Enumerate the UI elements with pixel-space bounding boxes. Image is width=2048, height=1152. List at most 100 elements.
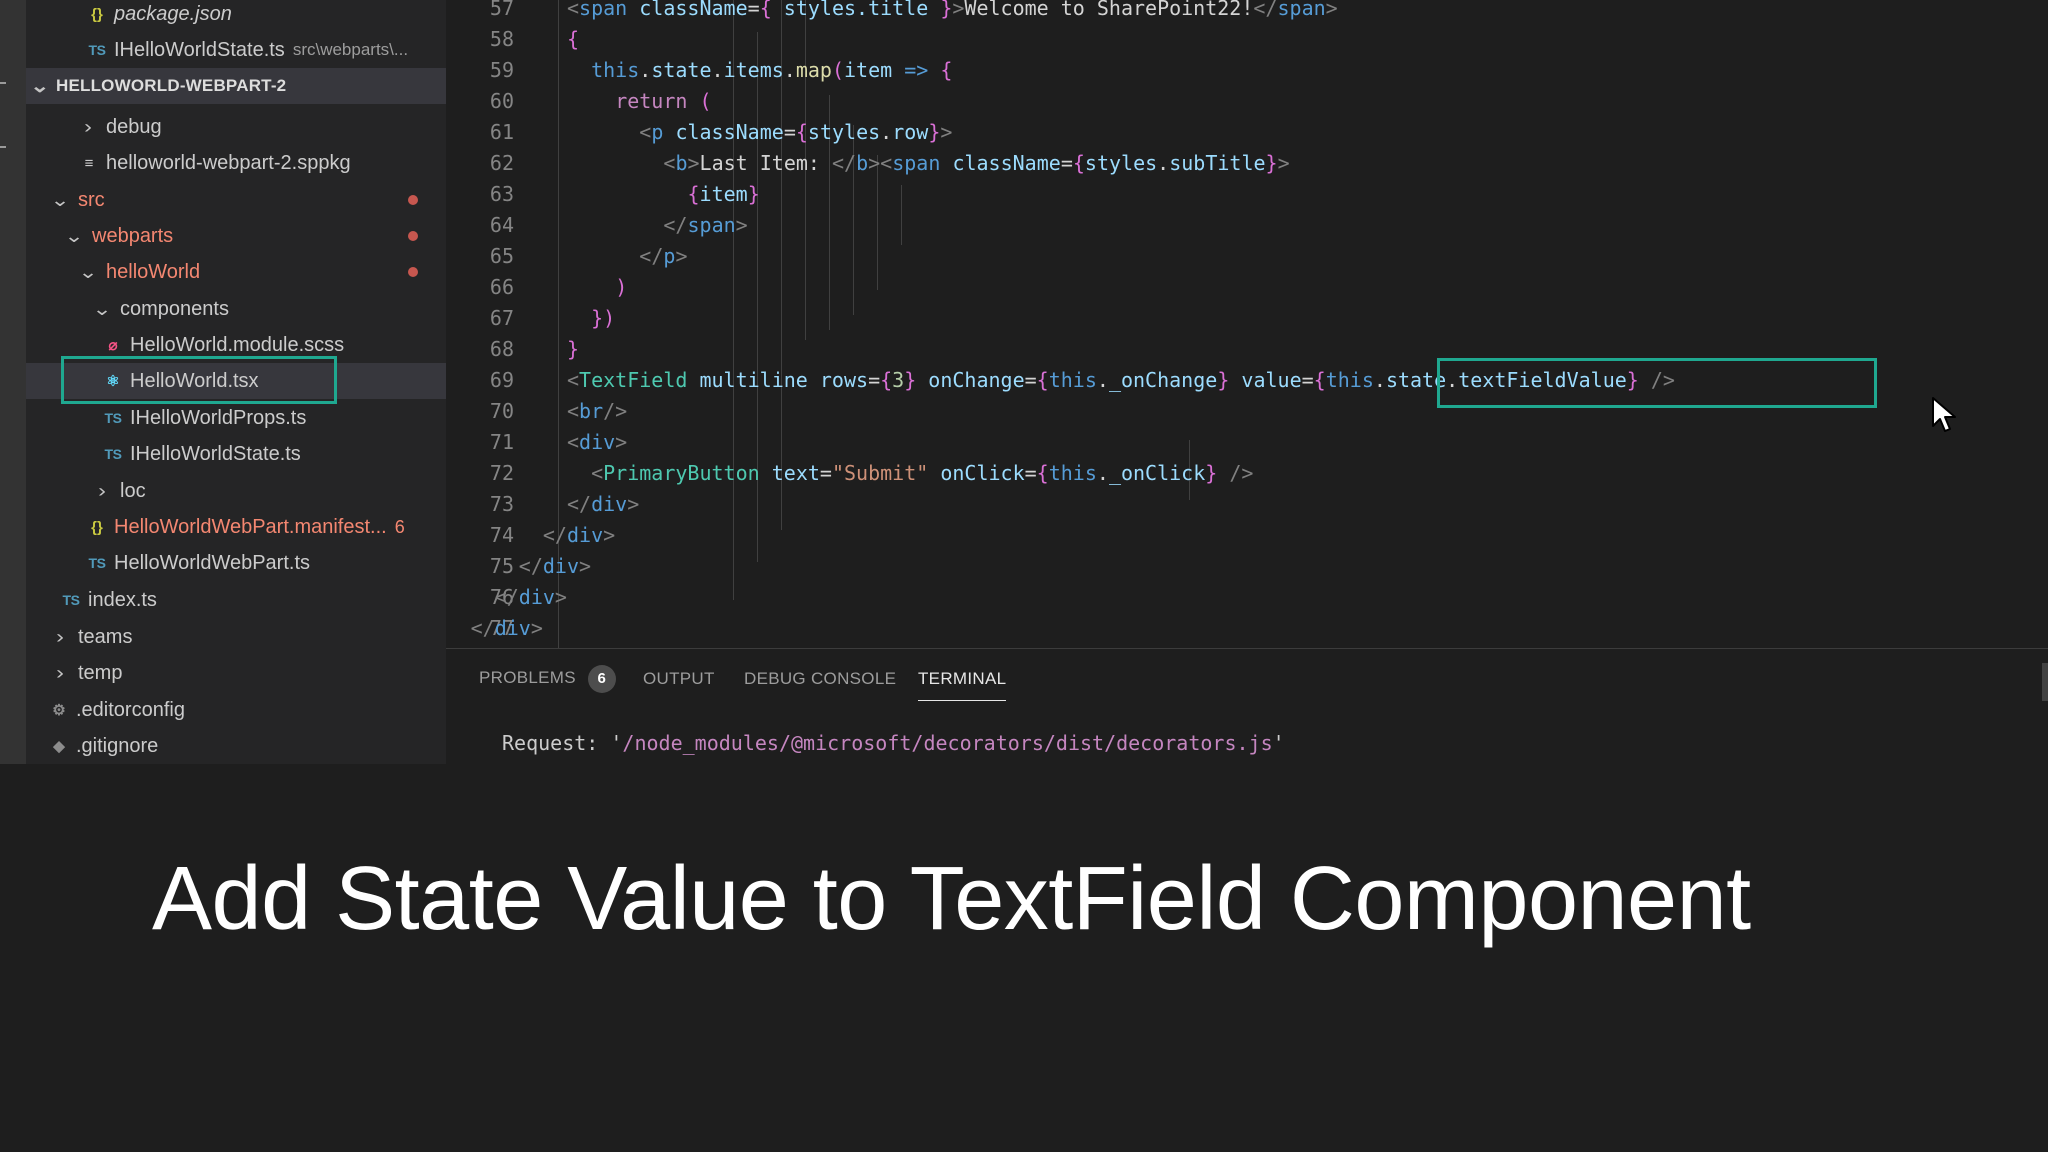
- code-line: </div>: [543, 520, 615, 551]
- chevron-right-icon: ›: [84, 116, 92, 137]
- chevron-right-icon: ›: [56, 662, 64, 683]
- tree-folder-debug[interactable]: › debug: [26, 109, 446, 145]
- code-token: }: [1265, 151, 1278, 175]
- code-token: .: [1373, 368, 1386, 392]
- tree-folder-src[interactable]: ⌄ src: [26, 182, 446, 218]
- line-number: 65: [489, 244, 514, 268]
- code-token: >: [627, 492, 640, 516]
- activity-bar-edge-icon[interactable]: [0, 82, 6, 92]
- code-token: this: [1048, 461, 1097, 485]
- code-token: TextField: [579, 368, 688, 392]
- line-number: 70: [489, 399, 514, 423]
- code-token: =: [747, 0, 760, 20]
- code-token: (: [831, 58, 845, 82]
- tree-folder-helloworld[interactable]: ⌄ helloWorld: [26, 254, 446, 290]
- tab-debug-console[interactable]: DEBUG CONSOLE: [744, 669, 896, 689]
- code-token: {: [940, 58, 953, 82]
- code-line: <PrimaryButton text="Submit" onClick={th…: [591, 458, 1253, 489]
- code-token: />: [1229, 461, 1254, 485]
- tree-folder-webparts[interactable]: ⌄ webparts: [26, 218, 446, 254]
- tab-terminal[interactable]: TERMINAL: [918, 669, 1007, 701]
- code-token: >: [675, 244, 688, 268]
- code-token: =: [868, 368, 881, 392]
- tab-label: PROBLEMS: [479, 668, 576, 687]
- code-token: div: [566, 523, 604, 547]
- code-line: }: [567, 334, 579, 365]
- tree-item-package-json[interactable]: {} package.json: [26, 0, 446, 32]
- tree-item-webpart-ts[interactable]: TS HelloWorldWebPart.ts: [26, 545, 446, 581]
- scss-icon: ⌀: [108, 337, 118, 354]
- line-number: 75: [489, 554, 514, 578]
- code-token: className: [952, 151, 1061, 175]
- code-token: span: [579, 0, 628, 20]
- code-line: }): [591, 303, 615, 334]
- code-token: b: [856, 151, 869, 175]
- terminal-text: Request:: [502, 731, 611, 755]
- code-token: onClick: [940, 461, 1025, 485]
- code-token: span: [1277, 0, 1326, 20]
- tree-item-label: package.json: [114, 2, 232, 25]
- code-token: </: [494, 585, 519, 609]
- code-token: {: [687, 182, 700, 206]
- tree-item-manifest[interactable]: {} HelloWorldWebPart.manifest... 6: [26, 509, 446, 545]
- caption-bar: Add State Value to TextField Component: [0, 764, 2048, 1152]
- code-editor[interactable]: 57 58 59 60 61 62 63 64 65 66 67 68 69 70 71 72 73 74 75 76…: [446, 0, 2048, 648]
- typescript-icon: TS: [88, 555, 106, 571]
- tree-item-ihelloworldstate-open[interactable]: TS IHelloWorldState.ts src\webparts\...: [26, 32, 446, 68]
- tree-folder-components[interactable]: ⌄ components: [26, 291, 446, 327]
- tree-item-sppkg[interactable]: ≡ helloworld-webpart-2.sppkg: [26, 145, 446, 181]
- code-token: .: [1096, 368, 1109, 392]
- code-token: span: [892, 151, 941, 175]
- line-number: 58: [489, 27, 514, 51]
- code-token: >: [579, 554, 592, 578]
- tree-item-editorconfig[interactable]: ⚙ .editorconfig: [26, 692, 446, 728]
- mouse-pointer-icon: [1932, 397, 1956, 432]
- code-token: >: [615, 430, 628, 454]
- code-token: }): [591, 306, 616, 330]
- chevron-right-icon: ›: [98, 480, 106, 501]
- tree-item-label: .gitignore: [76, 734, 159, 757]
- json-icon: {}: [91, 5, 103, 23]
- code-token: <: [591, 461, 604, 485]
- tree-item-label: teams: [78, 625, 133, 648]
- tree-item-gitignore[interactable]: ◆ .gitignore: [26, 728, 446, 764]
- code-line: </div>: [519, 551, 591, 582]
- modified-dot-icon: [408, 231, 418, 241]
- panel-scrollbar[interactable]: [2042, 663, 2048, 701]
- tree-folder-loc[interactable]: › loc: [26, 473, 446, 509]
- code-token: <: [663, 151, 676, 175]
- code-line: this.state.items.map(item => {: [591, 55, 952, 86]
- tree-folder-temp[interactable]: › temp: [26, 655, 446, 691]
- code-token: >: [1277, 151, 1290, 175]
- code-token: =: [1024, 368, 1037, 392]
- code-token: state: [651, 58, 712, 82]
- code-line: </span>: [663, 210, 747, 241]
- code-token: >: [530, 616, 543, 640]
- tree-item-ihelloworldstate[interactable]: TS IHelloWorldState.ts: [26, 436, 446, 472]
- chevron-down-icon: ⌄: [64, 225, 84, 246]
- code-token: >: [735, 213, 748, 237]
- activity-bar: [0, 0, 26, 764]
- code-line: {item}: [688, 179, 760, 210]
- code-line: <span className={ styles.title }>Welcome…: [567, 0, 1338, 24]
- tree-item-ihelloworldprops[interactable]: TS IHelloWorldProps.ts: [26, 400, 446, 436]
- code-token: styles: [1084, 151, 1158, 175]
- code-line: </div>: [495, 582, 567, 613]
- problem-count-badge: 6: [394, 516, 405, 537]
- tab-output[interactable]: OUTPUT: [643, 669, 715, 689]
- section-title: HELLOWORLD-WEBPART-2: [56, 76, 287, 95]
- tree-item-label: webparts: [92, 224, 174, 247]
- tab-problems[interactable]: PROBLEMS 6: [479, 665, 616, 693]
- activity-bar-edge-icon[interactable]: [0, 146, 6, 156]
- workspace-section-header[interactable]: ⌄ HELLOWORLD-WEBPART-2: [26, 68, 446, 104]
- line-number: 71: [489, 430, 514, 454]
- json-icon: {}: [91, 518, 103, 536]
- tree-item-index-ts[interactable]: TS index.ts: [26, 582, 446, 618]
- code-token: <: [567, 430, 580, 454]
- code-line: ): [615, 272, 627, 303]
- tree-folder-teams[interactable]: › teams: [26, 619, 446, 655]
- modified-dot-icon: [408, 267, 418, 277]
